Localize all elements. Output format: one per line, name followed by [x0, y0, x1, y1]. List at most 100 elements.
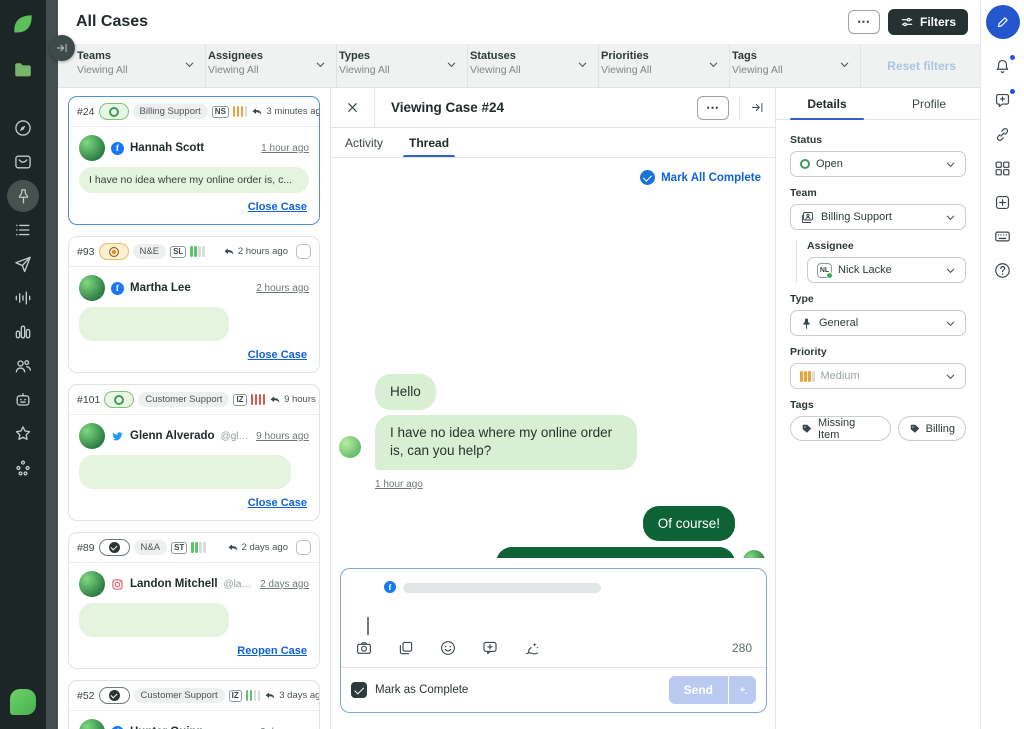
close-case-view-button[interactable] [331, 88, 375, 127]
tag-pill[interactable]: Billing [898, 416, 966, 441]
case-card[interactable]: #52 Customer Support IZ 3 days ago [68, 680, 320, 729]
add-new-button[interactable] [981, 185, 1024, 219]
help-button[interactable] [981, 253, 1024, 287]
compose-button[interactable] [986, 5, 1020, 39]
camera-icon[interactable] [355, 639, 373, 657]
case-status-icon [109, 542, 120, 553]
type-select[interactable]: General [790, 310, 966, 336]
tag-icon [801, 423, 813, 435]
case-more-button[interactable]: ⋯ [697, 96, 729, 120]
tag-pill[interactable]: Missing Item [790, 416, 891, 441]
sidebar-item-discover[interactable] [0, 111, 46, 145]
chevron-down-icon [708, 59, 719, 70]
filter-dropdown[interactable]: Teams Viewing All [75, 44, 206, 87]
status-select[interactable]: Open [790, 151, 966, 177]
sidebar-item-tasks[interactable] [0, 213, 46, 247]
case-action-link[interactable]: Reopen Case [237, 645, 307, 657]
filter-label: Assignees [208, 50, 326, 62]
message-time-link[interactable]: 1 hour ago [261, 143, 309, 154]
filters-button[interactable]: Filters [888, 9, 968, 35]
filter-dropdown[interactable]: Types Viewing All [337, 44, 468, 87]
details-tabs: Details Profile [776, 88, 980, 120]
sidebar-item-automation[interactable] [0, 383, 46, 417]
filter-dropdown[interactable]: Priorities Viewing All [599, 44, 730, 87]
asset-library-icon[interactable] [397, 639, 415, 657]
case-status-pill[interactable] [99, 687, 130, 704]
chevron-down-icon [577, 59, 588, 70]
sidebar-item-publishing[interactable] [0, 247, 46, 281]
send-options-button[interactable] [728, 676, 756, 704]
sidebar-item-listening[interactable] [0, 281, 46, 315]
case-view-panel: Viewing Case #24 ⋯ Activity Thread Mark … [331, 88, 776, 729]
mark-as-complete-checkbox[interactable] [351, 682, 367, 698]
tab-details[interactable]: Details [776, 88, 878, 119]
tab-activity[interactable]: Activity [345, 128, 383, 157]
composer-footer: Mark as Complete Send [341, 667, 766, 712]
reset-filters-link[interactable]: Reset filters [887, 59, 980, 73]
case-card[interactable]: #101 Customer Support IZ 9 hours ago [68, 384, 320, 521]
type-select-value: General [819, 317, 858, 329]
case-status-pill[interactable] [99, 539, 130, 556]
secondary-rail [46, 0, 58, 729]
apps-button[interactable] [981, 151, 1024, 185]
emoji-icon[interactable] [439, 639, 457, 657]
team-select[interactable]: Billing Support [790, 204, 966, 230]
notification-dot [1009, 88, 1016, 95]
message-time-link[interactable]: 2 days ago [260, 579, 309, 590]
assignee-select[interactable]: NL Nick Lacke [807, 257, 966, 283]
assignee-initials-badge: ST [171, 542, 187, 554]
sidebar-item-folders[interactable] [0, 53, 46, 87]
sidebar-item-reviews[interactable] [0, 417, 46, 451]
filter-dropdown[interactable]: Statuses Viewing All [468, 44, 599, 87]
case-select-checkbox[interactable] [296, 244, 311, 259]
author-name: Martha Lee [130, 282, 191, 294]
sidebar-item-audience[interactable] [0, 349, 46, 383]
tab-profile[interactable]: Profile [878, 88, 980, 119]
sidebar-item-cases[interactable] [0, 179, 46, 213]
collapse-panel-button[interactable] [739, 96, 765, 120]
shortcuts-button[interactable] [981, 219, 1024, 253]
filter-dropdown[interactable]: Assignees Viewing All [206, 44, 337, 87]
sprout-logo-icon[interactable] [0, 7, 46, 41]
last-reply: 2 hours ago [223, 246, 288, 258]
case-view-tabs: Activity Thread [331, 128, 775, 158]
facebook-icon: f [111, 726, 124, 729]
message-time-link[interactable]: 9 hours ago [256, 431, 309, 442]
case-team-pill: N&A [134, 540, 168, 555]
mark-all-complete[interactable]: Mark All Complete [331, 166, 775, 189]
incoming-time-link[interactable]: 1 hour ago [375, 479, 775, 490]
case-status-pill[interactable] [99, 103, 129, 120]
tab-thread[interactable]: Thread [409, 128, 449, 157]
case-card[interactable]: #24 Billing Support NS 3 minutes ago [68, 96, 320, 225]
priority-bars-icon [246, 690, 261, 701]
share-link-button[interactable] [981, 117, 1024, 151]
composer-input-area[interactable]: f [341, 569, 766, 627]
message-time-link[interactable]: 2 hours ago [256, 283, 309, 294]
sidebar-item-integrations[interactable] [0, 451, 46, 485]
case-action-link[interactable]: Close Case [248, 497, 307, 509]
account-avatar[interactable] [0, 685, 46, 719]
reply-time: 3 days ago [279, 690, 320, 701]
case-action-link[interactable]: Close Case [248, 201, 307, 213]
saved-replies-icon[interactable] [481, 639, 499, 657]
case-card[interactable]: #93 N&E SL 2 hours ago f [68, 236, 320, 373]
case-select-checkbox[interactable] [296, 540, 311, 555]
expand-sidebar-button[interactable] [49, 35, 75, 61]
notifications-button[interactable] [981, 49, 1024, 83]
case-status-pill[interactable] [104, 391, 134, 408]
filter-dropdown[interactable]: Tags Viewing All [730, 44, 861, 87]
network-icon: f [111, 430, 124, 443]
feedback-button[interactable] [981, 83, 1024, 117]
priority-select[interactable]: Medium [790, 363, 966, 389]
case-status-pill[interactable] [99, 243, 129, 260]
case-action-link[interactable]: Close Case [248, 349, 307, 361]
reply-composer[interactable]: f 280 Mark as Complete Send [340, 568, 767, 713]
sidebar-item-inbox[interactable] [0, 145, 46, 179]
header-more-button[interactable]: ⋯ [848, 10, 880, 34]
sidebar-item-reports[interactable] [0, 315, 46, 349]
send-button[interactable]: Send [669, 676, 728, 704]
priority-bars-icon [191, 542, 206, 553]
case-card[interactable]: #89 N&A ST 2 days ago f [68, 532, 320, 669]
filter-value: Viewing All [339, 64, 457, 76]
suggestions-icon[interactable] [523, 639, 541, 657]
